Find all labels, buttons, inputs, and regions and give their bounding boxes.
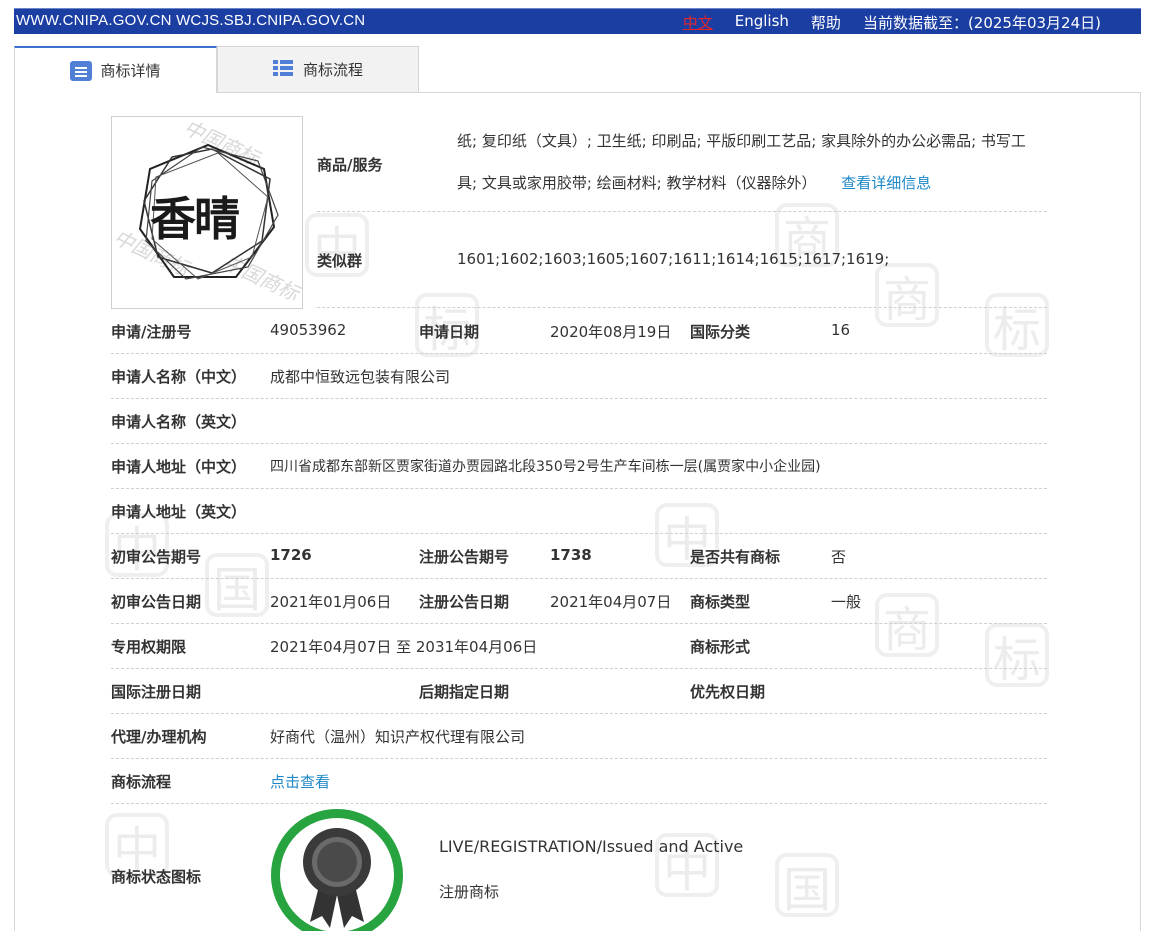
detail-row: 代理/办理机构 好商代（温州）知识产权代理有限公司 [111,714,1047,759]
applicant-en-label: 申请人名称（英文） [111,413,247,431]
tab-trademark-details[interactable]: 商标详情 [14,46,217,93]
data-date: 当前数据截至：(2025年03月24日) [862,14,1101,32]
lang-chinese-link[interactable]: 中文 [683,12,713,33]
address-en-label: 申请人地址（英文） [111,503,247,521]
applicant-cn-value: 成都中恒致远包装有限公司 [270,368,451,386]
address-cn-value: 四川省成都东部新区贾家街道办贾园路北段350号2号生产车间栋一层(属贾家中小企业… [270,459,821,475]
status-badge [271,809,403,931]
period-value: 2021年04月07日 至 2031年04月06日 [270,638,538,656]
similar-group-value: 1601;1602;1603;1605;1607;1611;1614;1615;… [457,250,890,268]
prelim-no-label: 初审公告期号 [111,548,202,566]
trademark-text: 香晴 [150,192,240,246]
app-date-label: 申请日期 [419,323,480,341]
app-date-value: 2020年08月19日 [550,323,672,341]
detail-row: 申请人名称（中文） 成都中恒致远包装有限公司 [111,354,1047,399]
goods-line-2-text: 具; 文具或家用胶带; 绘画材料; 教学材料（仪器除外） [457,174,817,192]
award-ribbon-icon [303,828,371,928]
shared-value: 否 [831,548,847,566]
applicant-cn-label: 申请人名称（中文） [111,368,247,386]
goods-label: 商品/服务 [317,156,383,174]
details-panel: 中 商 商 标 标 中 商 标 中 国 中 国 中 中国商标 中国商标 中国商标… [14,92,1141,931]
later-date-label: 后期指定日期 [419,683,510,701]
view-details-link[interactable]: 查看详细信息 [841,174,931,192]
top-bar-right: 中文 English 帮助 当前数据截至：(2025年03月24日) [683,12,1101,33]
help-link[interactable]: 帮助 [811,12,841,33]
goods-line-1: 纸; 复印纸（文具）; 卫生纸; 印刷品; 平版印刷工艺品; 家具除外的办公必需… [457,132,1026,150]
intl-class-label: 国际分类 [690,323,751,341]
goods-text: 纸; 复印纸（文具）; 卫生纸; 印刷品; 平版印刷工艺品; 家具除外的办公必需… [457,120,1053,204]
agent-value: 好商代（温州）知识产权代理有限公司 [270,728,526,746]
goods-line-2: 具; 文具或家用胶带; 绘画材料; 教学材料（仪器除外） 查看详细信息 [457,162,1053,204]
reg-no-label: 申请/注册号 [111,323,192,341]
reg-no-value: 49053962 [270,321,347,339]
site-domains: WWW.CNIPA.GOV.CN WCJS.SBJ.CNIPA.GOV.CN [16,12,366,29]
prelim-no-value: 1726 [270,546,312,564]
prelim-date-label: 初审公告日期 [111,593,202,611]
detail-row: 商标流程 点击查看 [111,759,1047,804]
view-flow-link[interactable]: 点击查看 [270,771,330,792]
detail-row: 申请人地址（中文） 四川省成都东部新区贾家街道办贾园路北段350号2号生产车间栋… [111,444,1047,489]
mark-type-value: 一般 [831,593,862,611]
shared-label: 是否共有商标 [690,548,781,566]
lang-english-link[interactable]: English [735,12,789,33]
top-bar: WWW.CNIPA.GOV.CN WCJS.SBJ.CNIPA.GOV.CN 中… [14,8,1141,34]
reg-pub-no-value: 1738 [550,546,592,564]
address-cn-label: 申请人地址（中文） [111,458,247,476]
detail-row: 申请/注册号 49053962 申请日期 2020年08月19日 国际分类 16 [111,309,1047,354]
status-icon-label: 商标状态图标 [111,868,202,886]
intl-class-value: 16 [831,321,851,339]
similar-group-row: 类似群 1601;1602;1603;1605;1607;1611;1614;1… [317,212,1047,308]
similar-group-label: 类似群 [317,252,363,270]
detail-row: 国际注册日期 后期指定日期 优先权日期 [111,669,1047,714]
status-cn-value: 注册商标 [439,883,500,901]
mark-type-label: 商标类型 [690,593,751,611]
reg-pub-date-value: 2021年04月07日 [550,593,672,611]
detail-row: 初审公告期号 1726 注册公告期号 1738 是否共有商标 否 [111,534,1047,579]
detail-row: 专用权期限 2021年04月07日 至 2031年04月06日 商标形式 [111,624,1047,669]
reg-pub-no-label: 注册公告期号 [419,548,510,566]
period-label: 专用权期限 [111,638,187,656]
document-icon [70,60,93,81]
flow-label: 商标流程 [111,773,172,791]
list-icon [272,59,295,80]
tab-label: 商标详情 [100,62,161,80]
intl-reg-date-label: 国际注册日期 [111,683,202,701]
tab-label: 商标流程 [302,61,363,79]
prelim-date-value: 2021年01月06日 [270,593,392,611]
watermark: 国 [775,853,839,918]
status-en-value: LIVE/REGISTRATION/Issued and Active [439,837,744,856]
agent-label: 代理/办理机构 [111,728,207,746]
priority-date-label: 优先权日期 [690,683,766,701]
detail-row: 初审公告日期 2021年01月06日 注册公告日期 2021年04月07日 商标… [111,579,1047,624]
tab-trademark-flow[interactable]: 商标流程 [217,46,419,92]
mark-form-label: 商标形式 [690,638,751,656]
tab-bar: 商标详情 商标流程 [14,46,419,93]
reg-pub-date-label: 注册公告日期 [419,593,510,611]
trademark-image[interactable]: 中国商标 中国商标 中国商标 香晴 [111,116,303,309]
detail-row: 申请人地址（英文） [111,489,1047,534]
detail-row: 申请人名称（英文） [111,399,1047,444]
goods-row: 商品/服务 纸; 复印纸（文具）; 卫生纸; 印刷品; 平版印刷工艺品; 家具除… [317,116,1047,212]
